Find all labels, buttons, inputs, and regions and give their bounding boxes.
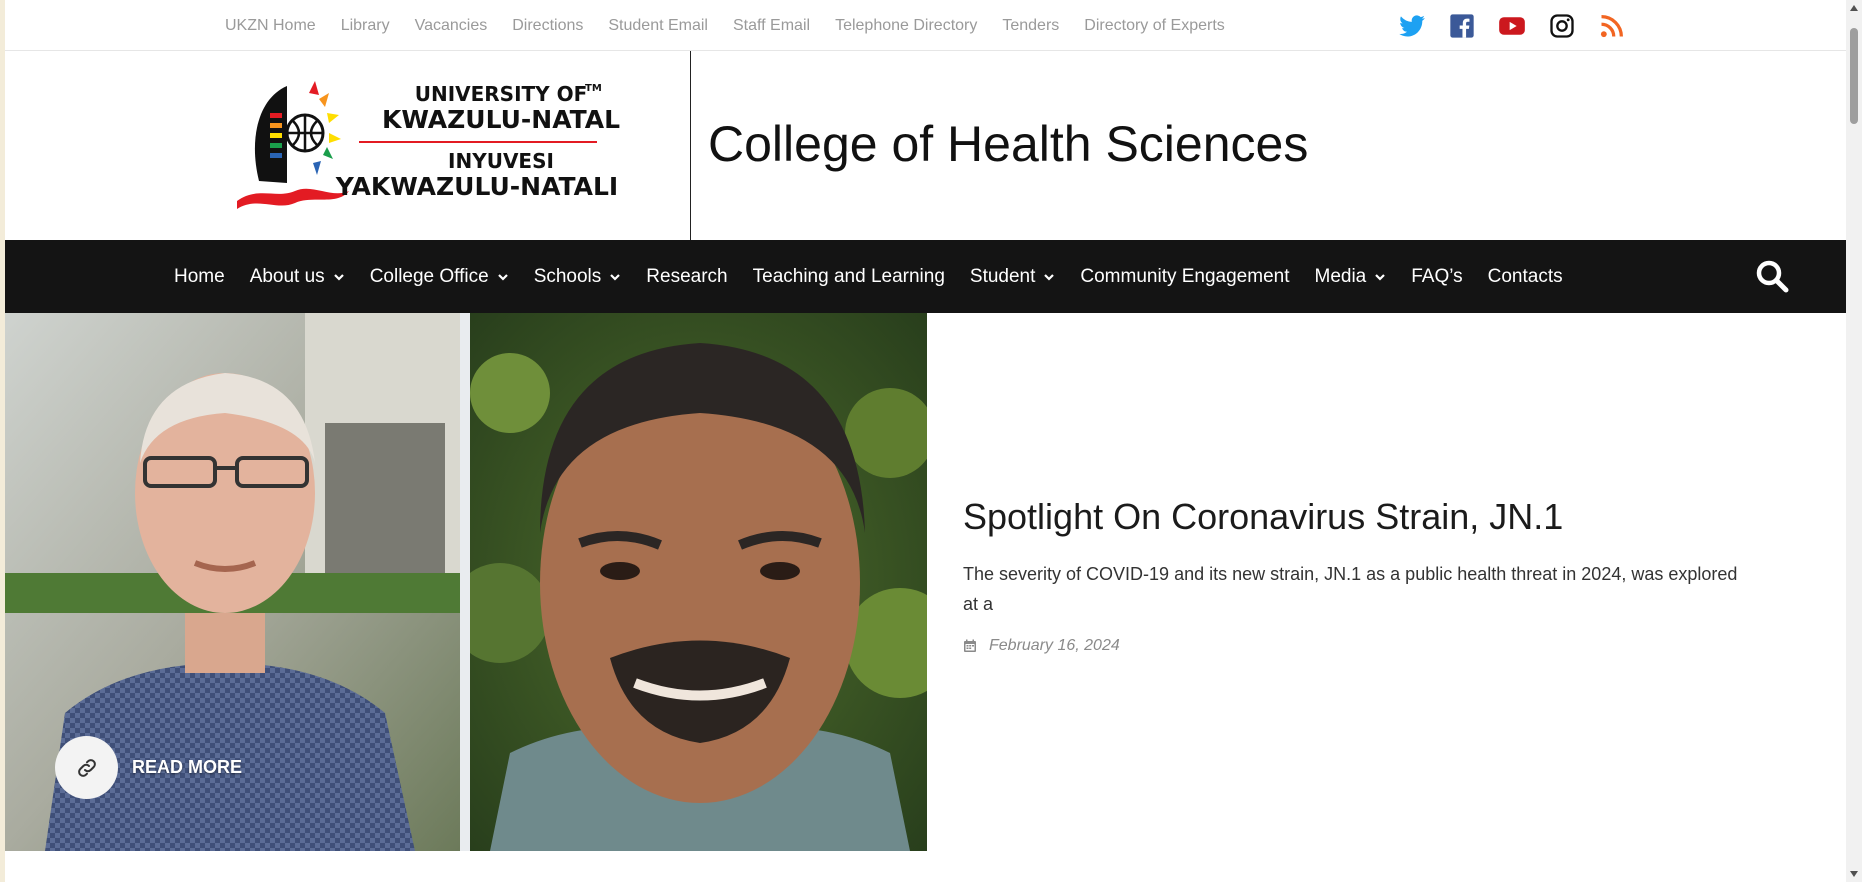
svg-text:KWAZULU-NATAL: KWAZULU-NATAL [382, 105, 620, 134]
chevron-down-icon [1374, 271, 1386, 283]
top-link-staff-email[interactable]: Staff Email [733, 16, 810, 36]
instagram-icon[interactable] [1548, 12, 1576, 40]
scroll-down-arrow-icon[interactable] [1850, 870, 1858, 878]
nav-item-student[interactable]: Student [970, 266, 1056, 288]
photo-divider [460, 313, 470, 851]
nav-item-community-engagement[interactable]: Community Engagement [1080, 266, 1289, 288]
top-utility-bar: UKZN Home Library Vacancies Directions S… [5, 0, 1846, 51]
nav-item-label: About us [249, 265, 325, 287]
nav-item-about-us[interactable]: About us [250, 266, 345, 288]
nav-item-media[interactable]: Media [1315, 266, 1387, 288]
nav-item-label: Student [969, 265, 1036, 287]
read-more-link[interactable]: READ MORE [55, 736, 242, 799]
post-title[interactable]: Spotlight On Coronavirus Strain, JN.1 [963, 495, 1763, 539]
svg-text:YAKWAZULU-NATALI: YAKWAZULU-NATALI [335, 172, 618, 201]
social-links [1398, 12, 1648, 40]
site-header: UNIVERSITY OF KWAZULU-NATAL INYUVESI YAK… [5, 51, 1846, 240]
top-link-directory-of-experts[interactable]: Directory of Experts [1084, 16, 1224, 36]
portrait-photo-right [470, 313, 927, 851]
ukzn-logo-graphic: UNIVERSITY OF KWAZULU-NATAL INYUVESI YAK… [237, 81, 620, 209]
nav-item-label: College Office [369, 265, 489, 287]
chevron-down-icon [1043, 271, 1055, 283]
top-link-directions[interactable]: Directions [512, 16, 583, 36]
chevron-down-icon [609, 271, 621, 283]
svg-text:TM: TM [585, 83, 602, 94]
featured-post-content: Spotlight On Coronavirus Strain, JN.1 Th… [963, 495, 1763, 655]
rss-icon[interactable] [1598, 12, 1626, 40]
nav-item-schools[interactable]: Schools [534, 266, 622, 288]
chevron-down-icon [333, 271, 345, 283]
post-date-text: February 16, 2024 [989, 637, 1120, 654]
header-divider [690, 51, 691, 240]
main-navigation: Home About us College Office Schools Res… [5, 240, 1846, 313]
nav-item-research[interactable]: Research [646, 266, 727, 288]
nav-item-label: Schools [533, 265, 602, 287]
scrollbar-thumb[interactable] [1850, 28, 1858, 124]
nav-item-contacts[interactable]: Contacts [1488, 266, 1563, 288]
link-icon [55, 736, 118, 799]
top-link-telephone-directory[interactable]: Telephone Directory [835, 16, 977, 36]
post-excerpt: The severity of COVID-19 and its new str… [963, 564, 1738, 614]
top-link-vacancies[interactable]: Vacancies [415, 16, 488, 36]
ukzn-logo[interactable]: UNIVERSITY OF KWAZULU-NATAL INYUVESI YAK… [237, 71, 677, 231]
read-more-label: READ MORE [132, 757, 243, 777]
top-link-tenders[interactable]: Tenders [1002, 16, 1059, 36]
twitter-icon[interactable] [1398, 12, 1426, 40]
vertical-scrollbar[interactable] [1846, 0, 1862, 882]
facebook-icon[interactable] [1448, 12, 1476, 40]
svg-text:INYUVESI: INYUVESI [448, 149, 554, 173]
chevron-down-icon [497, 271, 509, 283]
nav-item-college-office[interactable]: College Office [370, 266, 509, 288]
nav-items: Home About us College Office Schools Res… [174, 240, 1588, 313]
nav-item-label: Home [174, 265, 225, 287]
search-icon[interactable] [1754, 258, 1790, 294]
scroll-up-arrow-icon[interactable] [1850, 4, 1858, 12]
post-date: February 16, 2024 [963, 637, 1763, 655]
top-link-library[interactable]: Library [341, 16, 390, 36]
nav-item-label: Contacts [1487, 265, 1563, 287]
nav-item-label: Research [646, 265, 728, 287]
nav-item-faqs[interactable]: FAQ’s [1411, 266, 1462, 288]
top-link-student-email[interactable]: Student Email [608, 16, 708, 36]
site-title[interactable]: College of Health Sciences [708, 115, 1308, 173]
youtube-icon[interactable] [1498, 12, 1526, 40]
nav-item-label: FAQ’s [1411, 265, 1463, 287]
featured-post-image[interactable]: READ MORE [5, 313, 927, 851]
nav-item-label: Teaching and Learning [752, 265, 945, 287]
nav-item-home[interactable]: Home [174, 266, 225, 288]
nav-item-label: Community Engagement [1080, 265, 1290, 287]
nav-item-teaching-and-learning[interactable]: Teaching and Learning [753, 266, 945, 288]
calendar-icon [964, 639, 976, 652]
page: UKZN Home Library Vacancies Directions S… [5, 0, 1846, 882]
top-link-ukzn-home[interactable]: UKZN Home [225, 16, 316, 36]
top-links: UKZN Home Library Vacancies Directions S… [225, 16, 1250, 36]
svg-text:UNIVERSITY OF: UNIVERSITY OF [415, 82, 588, 106]
nav-item-label: Media [1314, 265, 1367, 287]
